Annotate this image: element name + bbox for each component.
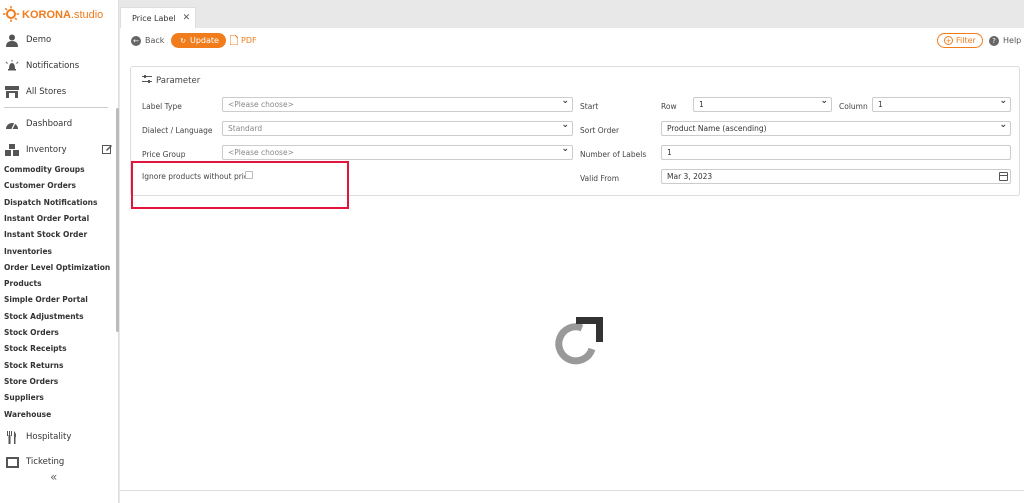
pdf-button[interactable]: PDF xyxy=(229,33,257,48)
boxes-icon xyxy=(5,143,19,157)
sidebar-item-customer-orders[interactable]: Customer Orders xyxy=(4,179,76,193)
update-button[interactable]: ↻ Update xyxy=(171,33,226,48)
start-label: Start xyxy=(580,102,599,111)
edit-icon[interactable] xyxy=(102,144,112,157)
back-button[interactable]: ← Back xyxy=(131,33,164,48)
sun-logo-icon xyxy=(3,6,19,24)
sidebar-item-inventories[interactable]: Inventories xyxy=(4,245,52,259)
user-icon xyxy=(5,33,19,47)
row-select[interactable]: 1 xyxy=(693,95,832,112)
sidebar-item-instant-order-portal[interactable]: Instant Order Portal xyxy=(4,212,89,226)
logo-text: KORONA.studio xyxy=(22,9,104,21)
double-chevron-left-icon[interactable]: « xyxy=(50,470,57,484)
tab-bar: Price Label ✕ xyxy=(120,0,1024,28)
filter-button[interactable]: + Filter xyxy=(937,33,983,48)
sidebar-item-stock-returns[interactable]: Stock Returns xyxy=(4,359,63,373)
sidebar-item-ticketing[interactable]: Ticketing xyxy=(0,452,64,472)
logo[interactable]: KORONA.studio xyxy=(3,6,103,24)
highlight-box xyxy=(131,161,349,209)
cutlery-icon xyxy=(5,430,19,444)
sidebar-item-notifications[interactable]: Notifications xyxy=(0,56,79,76)
valid-from-label: Valid From xyxy=(580,174,620,183)
column-label: Column xyxy=(839,102,868,111)
sidebar-item-products[interactable]: Products xyxy=(4,277,42,291)
panel-title: Parameter xyxy=(142,75,200,86)
row-label: Row xyxy=(661,102,677,111)
sidebar-item-stock-orders[interactable]: Stock Orders xyxy=(4,326,59,340)
price-group-select[interactable]: <Please choose> xyxy=(222,143,573,160)
toolbar: ← Back ↻ Update PDF + Filter ? Help xyxy=(120,28,1024,54)
sidebar-item-demo[interactable]: Demo xyxy=(0,30,51,50)
sidebar-item-suppliers[interactable]: Suppliers xyxy=(4,391,44,405)
price-group-label: Price Group xyxy=(142,150,186,159)
valid-from-input[interactable]: Mar 3, 2023 xyxy=(661,169,1011,184)
sort-order-select[interactable]: Product Name (ascending) xyxy=(661,119,1011,136)
bell-icon xyxy=(5,59,19,73)
dashboard-icon xyxy=(5,117,19,131)
sidebar-item-stock-adjustments[interactable]: Stock Adjustments xyxy=(4,310,84,324)
number-of-labels-input[interactable]: 1 xyxy=(661,145,1011,160)
ticket-icon xyxy=(5,455,19,469)
sidebar-item-simple-order-portal[interactable]: Simple Order Portal xyxy=(4,293,88,307)
sidebar-item-stock-receipts[interactable]: Stock Receipts xyxy=(4,342,67,356)
sidebar-item-dashboard[interactable]: Dashboard xyxy=(0,114,72,134)
pdf-file-icon xyxy=(229,34,239,47)
store-icon xyxy=(5,85,19,99)
dialect-select[interactable]: Standard xyxy=(222,119,573,136)
sidebar-divider xyxy=(4,107,108,108)
number-of-labels-label: Number of Labels xyxy=(580,150,647,159)
sidebar-item-inventory[interactable]: Inventory xyxy=(0,140,116,160)
tab-price-label[interactable]: Price Label ✕ xyxy=(120,7,196,28)
loading-spinner-icon xyxy=(548,315,604,373)
sidebar-item-warehouse[interactable]: Warehouse xyxy=(4,408,51,422)
help-icon: ? xyxy=(989,35,999,46)
sort-order-label: Sort Order xyxy=(580,126,620,135)
help-button[interactable]: ? Help xyxy=(989,33,1021,48)
sidebar-item-order-level-optimization[interactable]: Order Level Optimization xyxy=(4,261,110,275)
sidebar-item-dispatch-notifications[interactable]: Dispatch Notifications xyxy=(4,196,97,210)
sliders-icon xyxy=(142,75,152,86)
sidebar: KORONA.studio Demo Notifications All Sto… xyxy=(0,0,119,503)
close-icon[interactable]: ✕ xyxy=(183,13,191,23)
label-type-select[interactable]: <Please choose> xyxy=(222,95,573,112)
calendar-icon[interactable] xyxy=(999,172,1008,181)
filter-search-icon: + xyxy=(944,36,953,45)
sidebar-item-instant-stock-order[interactable]: Instant Stock Order xyxy=(4,228,87,242)
sidebar-item-store-orders[interactable]: Store Orders xyxy=(4,375,58,389)
bottom-bar xyxy=(120,490,1024,503)
refresh-icon: ↻ xyxy=(180,36,186,45)
sidebar-item-commodity-groups[interactable]: Commodity Groups xyxy=(4,163,85,177)
label-type-label: Label Type xyxy=(142,102,182,111)
arrow-left-icon: ← xyxy=(131,35,141,46)
column-select[interactable]: 1 xyxy=(872,95,1011,112)
sidebar-item-all-stores[interactable]: All Stores xyxy=(0,82,66,102)
sidebar-scrollbar[interactable] xyxy=(116,108,119,332)
sidebar-item-hospitality[interactable]: Hospitality xyxy=(0,427,71,447)
main-content: ← Back ↻ Update PDF + Filter ? Help Para… xyxy=(120,28,1024,503)
dialect-label: Dialect / Language xyxy=(142,126,213,135)
